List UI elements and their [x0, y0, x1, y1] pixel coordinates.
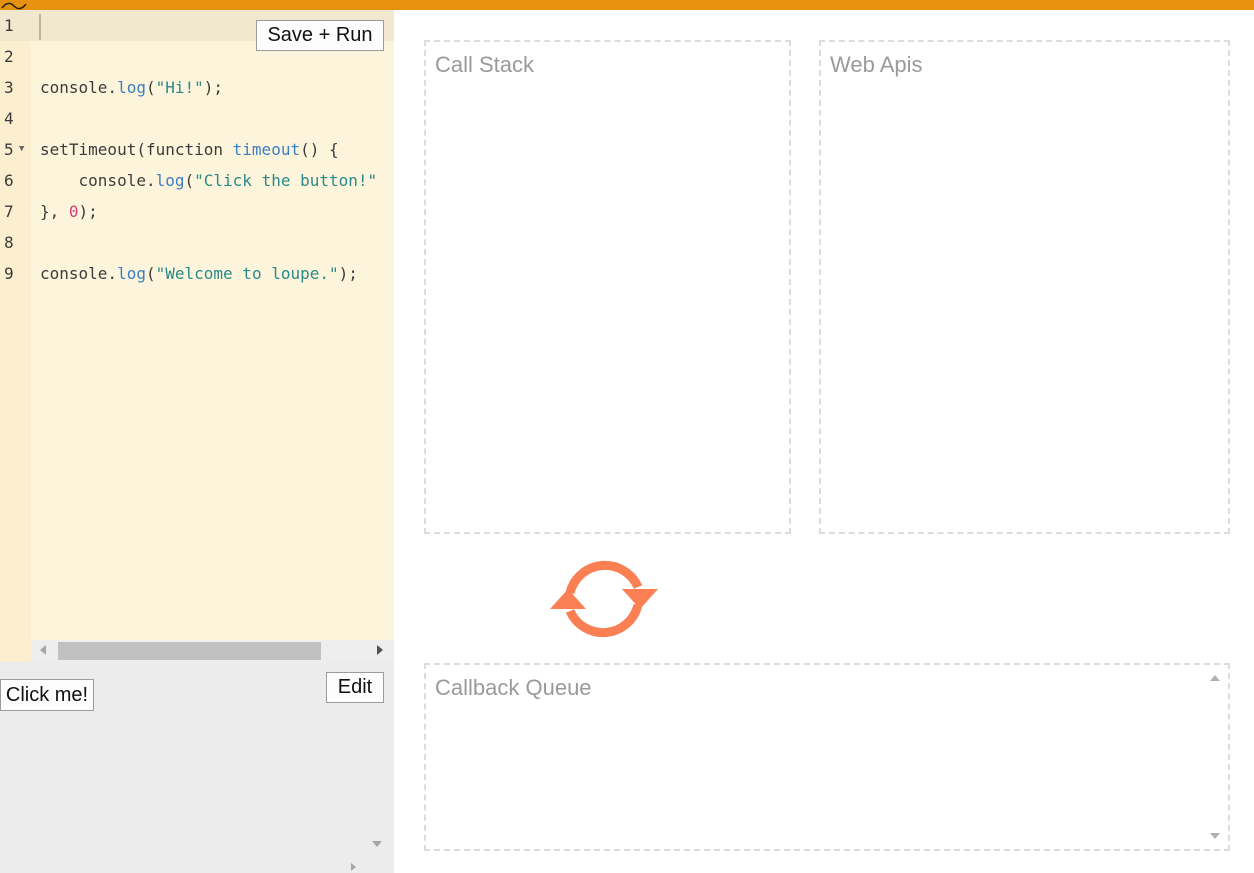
code-line[interactable]: 7}, 0);: [0, 196, 394, 227]
code-token: console.: [40, 78, 118, 97]
code-token: },: [40, 202, 69, 221]
top-bar: [0, 0, 1254, 10]
horizontal-scrollbar[interactable]: [31, 640, 394, 662]
output-preview: Click me! Edit: [0, 662, 394, 873]
code-token: log: [155, 171, 185, 190]
scroll-down-icon[interactable]: [372, 841, 382, 847]
code-line[interactable]: 5 ▼ setTimeout(function timeout() {: [0, 134, 394, 165]
code-text: setTimeout(function timeout() {: [40, 134, 339, 165]
line-number: 6: [4, 171, 14, 190]
scrollbar-thumb[interactable]: [58, 642, 321, 660]
line-number: 9: [4, 264, 14, 283]
code-token: (: [145, 78, 156, 97]
line-number: 7: [4, 202, 14, 221]
scroll-up-icon[interactable]: [1210, 675, 1220, 681]
line-number: 1: [4, 16, 14, 35]
code-token: "Welcome to loupe.": [155, 264, 339, 283]
click-me-button[interactable]: Click me!: [0, 679, 94, 711]
web-apis-panel: Web Apis: [819, 40, 1230, 534]
code-token: log: [117, 264, 146, 283]
scroll-down-icon[interactable]: [1210, 833, 1220, 839]
save-run-button[interactable]: Save + Run: [256, 20, 384, 51]
code-text: console.log("Welcome to loupe.");: [40, 258, 358, 289]
callback-queue-panel: Callback Queue: [424, 663, 1230, 851]
code-text: }, 0);: [40, 196, 98, 227]
code-token: console.: [40, 264, 118, 283]
code-token: (: [184, 171, 195, 190]
web-apis-title: Web Apis: [830, 52, 923, 77]
event-loop-arrows-icon: [550, 560, 658, 638]
code-text: console.log("Hi!");: [40, 72, 223, 103]
code-token: setTimeout(function: [40, 140, 233, 159]
scroll-right-icon[interactable]: [377, 645, 383, 655]
code-token: "Hi!": [155, 78, 204, 97]
code-line[interactable]: 3 console.log("Hi!");: [0, 72, 394, 103]
code-editor[interactable]: 1 2 3 console.log("Hi!"); 4 5 ▼ setTimeout(func…: [0, 10, 394, 662]
callback-queue-title: Callback Queue: [435, 675, 592, 700]
code-token: );: [203, 78, 224, 97]
code-token: () {: [300, 140, 339, 159]
call-stack-title: Call Stack: [435, 52, 535, 77]
code-token: console.: [40, 171, 156, 190]
code-token: log: [117, 78, 146, 97]
code-text: console.log("Click the button!": [40, 165, 378, 196]
code-line[interactable]: 9 console.log("Welcome to loupe.");: [0, 258, 394, 289]
fold-arrow-icon[interactable]: ▼: [19, 134, 24, 165]
line-number: 8: [4, 233, 14, 252]
code-token: "Click the button!": [194, 171, 378, 190]
call-stack-panel: Call Stack: [424, 40, 791, 534]
code-token: );: [78, 202, 98, 221]
line-number: 3: [4, 78, 14, 97]
logo-fragment-icon: [1, 2, 27, 10]
scroll-left-icon[interactable]: [40, 645, 46, 655]
line-number: 5: [4, 140, 14, 159]
scroll-right-icon[interactable]: [351, 863, 356, 871]
code-token: timeout: [232, 140, 301, 159]
code-line[interactable]: 8: [0, 227, 394, 258]
line-number: 2: [4, 47, 14, 66]
line-number: 4: [4, 109, 14, 128]
code-token: (: [145, 264, 156, 283]
code-line[interactable]: 4: [0, 103, 394, 134]
code-token: 0: [68, 202, 79, 221]
edit-button[interactable]: Edit: [326, 672, 384, 703]
code-line[interactable]: 6 console.log("Click the button!": [0, 165, 394, 196]
code-token: );: [338, 264, 358, 283]
